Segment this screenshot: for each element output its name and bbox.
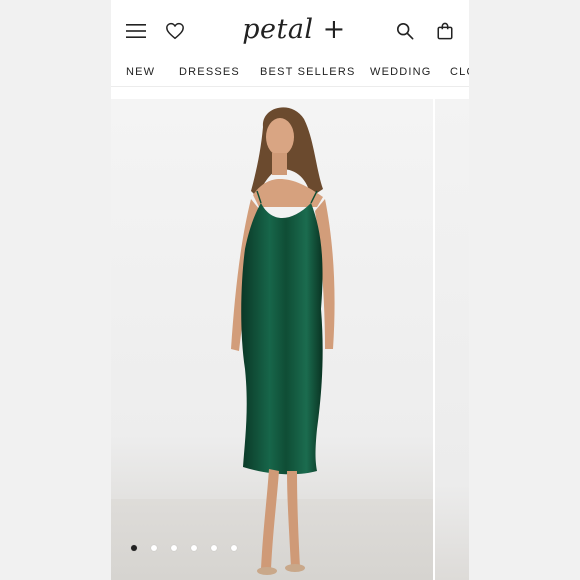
search-icon[interactable] <box>392 18 418 44</box>
background-left <box>0 0 111 580</box>
carousel-dot[interactable] <box>171 545 177 551</box>
category-nav: NEW DRESSES BEST SELLERS WEDDING CLO <box>111 60 469 87</box>
carousel-dot[interactable] <box>191 545 197 551</box>
menu-icon[interactable] <box>123 18 149 44</box>
site-header: petal + pup <box>111 0 469 85</box>
heart-icon[interactable] <box>162 18 188 44</box>
carousel-dot[interactable] <box>131 545 137 551</box>
next-product-image[interactable] <box>435 99 469 580</box>
carousel-dot[interactable] <box>211 545 217 551</box>
mobile-screen: petal + pup NEW DRESSES BEST SELLERS WED… <box>111 0 469 580</box>
nav-item-wedding[interactable]: WEDDING <box>370 66 432 78</box>
nav-item-best-sellers[interactable]: BEST SELLERS <box>260 66 356 78</box>
brand-logo[interactable]: petal + pup <box>229 10 359 85</box>
model-figure <box>231 107 335 575</box>
carousel-dot[interactable] <box>151 545 157 551</box>
bag-icon[interactable] <box>432 18 458 44</box>
carousel-dot[interactable] <box>231 545 237 551</box>
spacer <box>111 87 469 99</box>
product-image[interactable] <box>111 99 433 580</box>
nav-item-dresses[interactable]: DRESSES <box>179 66 240 78</box>
nav-item-new[interactable]: NEW <box>126 66 155 78</box>
background-right <box>469 0 580 580</box>
nav-item-clothing[interactable]: CLO <box>450 66 469 78</box>
